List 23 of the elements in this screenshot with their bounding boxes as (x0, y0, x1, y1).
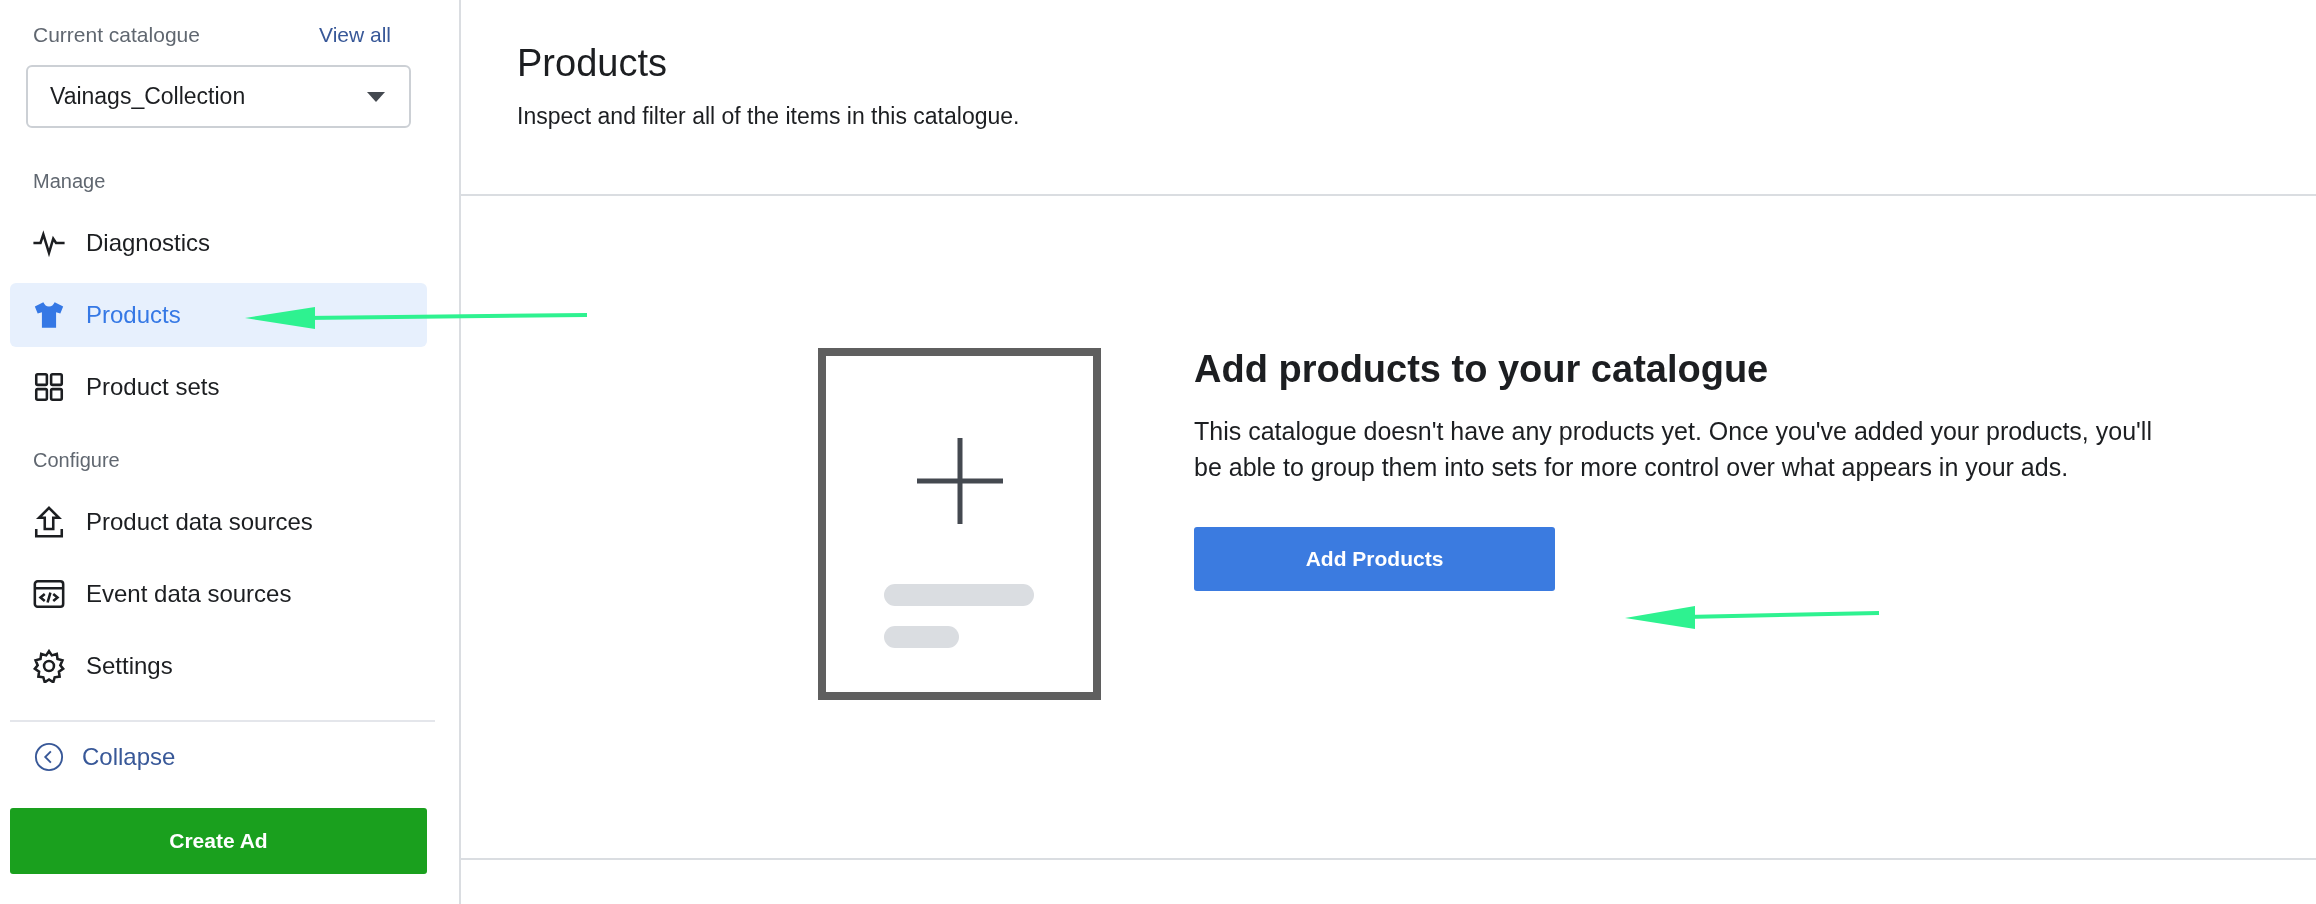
nav-item[interactable]: Diagnostics (10, 211, 427, 275)
caret-icon (367, 91, 385, 102)
catalogue-label: Current catalogue (33, 23, 200, 47)
catalogue-dropdown[interactable]: Vainags_Collection (26, 65, 411, 128)
add-products-button[interactable]: Add Products (1194, 527, 1555, 591)
nav-item[interactable]: Products (10, 283, 427, 347)
empty-state-heading: Add products to your catalogue (1194, 348, 1770, 391)
nav-item[interactable]: Product data sources (10, 490, 427, 554)
grid-icon (32, 370, 66, 404)
page-title: Products (517, 42, 668, 85)
upload-icon (32, 505, 66, 539)
section-title: Manage (32, 170, 107, 193)
nav-item[interactable]: Product sets (10, 355, 427, 419)
empty-state-text: This catalogue doesn't have any products yet. Once you've added your products, you'll be able to group them into sets for more control over what appears in your ads. (1194, 416, 2153, 483)
nav-item[interactable]: Event data sources (10, 562, 427, 626)
nav-item[interactable]: Settings (10, 634, 427, 698)
code-window-icon (32, 577, 66, 611)
chevron-left-icon (34, 742, 64, 772)
page-subtitle: Inspect and filter all of the items in this catalogue. (517, 103, 1021, 130)
section-title: Configure (32, 449, 121, 472)
collapse-button[interactable]: Collapse (34, 742, 176, 772)
settings-icon (32, 649, 66, 683)
view-all-link[interactable]: View all (319, 23, 391, 47)
